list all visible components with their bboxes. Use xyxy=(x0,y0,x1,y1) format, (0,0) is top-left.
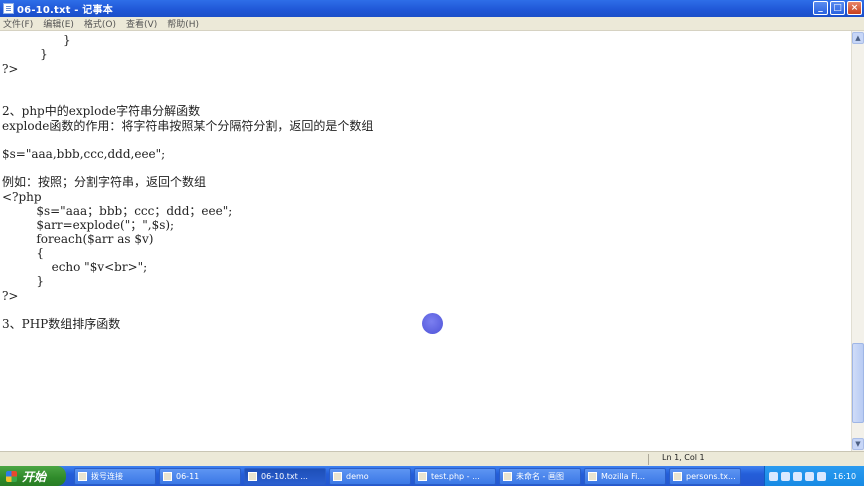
minimize-button[interactable]: _ xyxy=(813,1,828,15)
taskbar-item-persons[interactable]: persons.tx... xyxy=(669,467,741,485)
maximize-button[interactable]: □ xyxy=(830,1,845,15)
status-separator xyxy=(648,454,649,465)
menu-format[interactable]: 格式(O) xyxy=(84,17,116,30)
menu-file[interactable]: 文件(F) xyxy=(3,17,33,30)
editor-line: { xyxy=(2,246,44,260)
editor-line: $arr=explode("；",$s); xyxy=(2,218,175,232)
network-icon xyxy=(78,471,87,481)
editor-line: explode函数的作用：将字符串按照某个分隔符分割，返回的是个数组 xyxy=(2,119,374,133)
volume-icon[interactable] xyxy=(805,471,814,481)
status-bar: Ln 1, Col 1 xyxy=(0,451,864,466)
arrow-icon[interactable] xyxy=(769,471,778,481)
editor-line: foreach($arr as $v) xyxy=(2,232,154,246)
scroll-down-icon[interactable]: ▼ xyxy=(852,438,864,450)
editor-line: 3、PHP数组排序函数 xyxy=(2,317,121,331)
editor-line: $s="aaa,bbb,ccc,ddd,eee"; xyxy=(2,147,166,161)
start-label: 开始 xyxy=(22,469,47,484)
editor-line: $s="aaa；bbb；ccc；ddd；eee"; xyxy=(2,204,233,218)
vertical-scrollbar[interactable]: ▲ ▼ xyxy=(851,31,864,451)
menu-edit[interactable]: 编辑(E) xyxy=(43,17,74,30)
ime-icon[interactable] xyxy=(817,471,826,481)
paint-icon xyxy=(503,471,512,481)
menu-help[interactable]: 帮助(H) xyxy=(167,17,199,30)
firefox-icon xyxy=(588,471,597,481)
taskbar-item-dialup[interactable]: 拨号连接 xyxy=(74,467,156,485)
taskbar-item-folder-demo[interactable]: demo xyxy=(329,467,411,485)
editor-line: } xyxy=(2,47,48,61)
taskbar-item-test-php[interactable]: test.php - ... xyxy=(414,467,496,485)
menu-view[interactable]: 查看(V) xyxy=(126,17,157,30)
shield-icon[interactable] xyxy=(781,471,790,481)
scrollbar-thumb[interactable] xyxy=(852,343,864,423)
window-title: 06-10.txt - 记事本 xyxy=(17,5,113,16)
title-bar[interactable]: 06-10.txt - 记事本 _ □ × xyxy=(0,0,864,17)
scroll-up-icon[interactable]: ▲ xyxy=(852,32,864,44)
notepad-icon xyxy=(418,471,427,481)
notepad-icon xyxy=(248,471,257,481)
folder-icon xyxy=(163,471,172,481)
cursor-position: Ln 1, Col 1 xyxy=(662,453,705,462)
notepad-icon xyxy=(3,3,14,14)
menu-bar: 文件(F) 编辑(E) 格式(O) 查看(V) 帮助(H) xyxy=(0,17,864,31)
windows-logo-icon xyxy=(6,470,17,482)
editor-line: echo "$v<br>"; xyxy=(2,260,148,274)
editor-line: <?php xyxy=(2,190,42,204)
clock[interactable]: 16:10 xyxy=(833,472,856,481)
notepad-icon xyxy=(673,471,682,481)
editor-line: } xyxy=(2,33,71,47)
taskbar: 开始 拨号连接 06-11 06-10.txt ... demo test.ph… xyxy=(0,466,864,486)
editor-line: 2、php中的explode字符串分解函数 xyxy=(2,104,201,118)
system-tray: 16:10 xyxy=(764,466,864,486)
editor-line: ?> xyxy=(2,289,19,303)
editor-line: 例如：按照；分割字符串，返回个数组 xyxy=(2,175,207,189)
editor-line: ?> xyxy=(2,62,19,76)
start-button[interactable]: 开始 xyxy=(0,466,66,486)
taskbar-item-notepad-active[interactable]: 06-10.txt ... xyxy=(244,467,326,485)
text-editor[interactable]: } } ?> 2、php中的explode字符串分解函数 explode函数的作… xyxy=(0,31,851,451)
taskbar-item-paint[interactable]: 未命名 - 画图 xyxy=(499,467,581,485)
taskbar-item-firefox[interactable]: Mozilla Fi... xyxy=(584,467,666,485)
folder-icon xyxy=(333,471,342,481)
network-icon[interactable] xyxy=(793,471,802,481)
taskbar-item-folder-06-11[interactable]: 06-11 xyxy=(159,467,241,485)
close-button[interactable]: × xyxy=(847,1,862,15)
window-controls: _ □ × xyxy=(813,1,862,15)
mouse-cursor-highlight xyxy=(422,313,443,334)
editor-line: } xyxy=(2,274,44,288)
